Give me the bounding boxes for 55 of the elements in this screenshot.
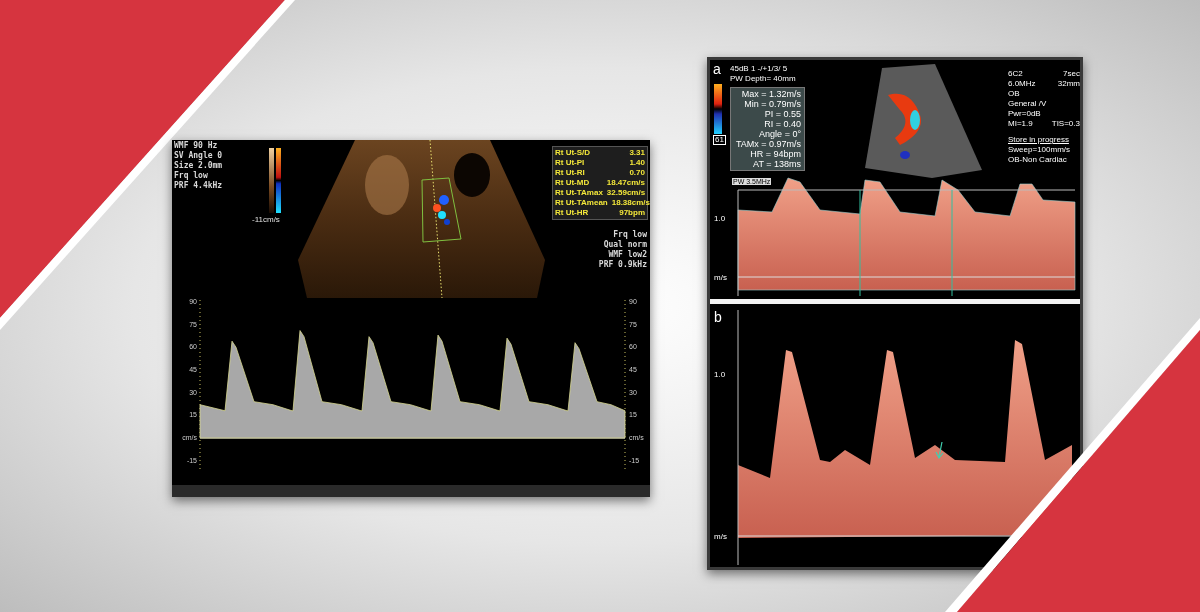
scan-setting-text: Frq low bbox=[174, 171, 209, 181]
measurement-value: 32.59cm/s bbox=[606, 188, 646, 198]
panel-letter: b bbox=[714, 310, 722, 324]
measurement-value: 97bpm bbox=[619, 208, 645, 218]
scale-label: -11cm/s bbox=[252, 216, 280, 224]
scan-setting-text: Size 2.0mm bbox=[174, 161, 223, 171]
scan-setting-text: 6.0MHz bbox=[1008, 79, 1036, 89]
measurement-text: PI = 0.55 bbox=[764, 109, 801, 119]
arrow-icon bbox=[935, 441, 944, 460]
axis-tick-label: 1.0 bbox=[714, 371, 726, 379]
scan-setting-text: Pwr=0dB bbox=[1008, 109, 1041, 119]
measurement-text: HR = 94bpm bbox=[750, 149, 801, 159]
measurement-text: Min = 0.79m/s bbox=[744, 99, 801, 109]
measurement-text: RI = 0.40 bbox=[764, 119, 801, 129]
measurement-value: 18.47cm/s bbox=[606, 178, 645, 188]
scale-label: 61 bbox=[713, 135, 726, 145]
scan-setting-text: WMF 90 Hz bbox=[174, 141, 219, 151]
scan-setting-text: OB-Non Cardiac bbox=[1008, 155, 1068, 165]
scan-setting-text: 32mm bbox=[1057, 79, 1080, 89]
measurement-value: 0.70 bbox=[629, 168, 645, 178]
measurement-label: Rt Ut-TAmax bbox=[555, 188, 603, 198]
doppler-setting-text: Frq low bbox=[613, 230, 647, 240]
measurement-label: Rt Ut-S/D bbox=[555, 148, 591, 158]
status-text: Store in progress bbox=[1008, 135, 1069, 145]
doppler-setting-text: Qual norm bbox=[603, 240, 647, 250]
measurement-label: Rt Ut-TAmean bbox=[555, 198, 608, 208]
measurement-label: Rt Ut-RI bbox=[555, 168, 585, 178]
scan-setting-text: Sweep=100mm/s bbox=[1008, 145, 1072, 155]
measurement-text: Max = 1.32m/s bbox=[741, 89, 801, 99]
grayscale-bar-icon bbox=[269, 148, 274, 213]
scan-setting-text: 7sec bbox=[1063, 69, 1080, 79]
measurement-value: 18.38cm/s bbox=[611, 198, 650, 208]
panel-letter: a bbox=[713, 62, 721, 76]
scan-setting-text: MI=1.9 bbox=[1008, 119, 1033, 129]
measurement-text: AT = 138ms bbox=[753, 159, 801, 169]
measurement-text: TAMx = 0.97m/s bbox=[735, 139, 801, 149]
axis-tick-label: 1.0 bbox=[714, 215, 726, 223]
scan-setting-text: 45dB 1 -/+1/3/ 5 bbox=[730, 64, 789, 74]
doppler-setting-text: WMF low2 bbox=[608, 250, 647, 260]
scan-setting-text: General /V bbox=[1008, 99, 1047, 109]
measurement-text: Angle = 0° bbox=[759, 129, 801, 139]
measurement-label: Rt Ut-MD bbox=[555, 178, 590, 188]
axis-tick-label: m/s bbox=[714, 274, 727, 282]
scan-setting-text: 6C2 bbox=[1008, 69, 1023, 79]
doppler-setting-text: PRF 0.9kHz bbox=[598, 260, 647, 270]
scan-setting-text: OB bbox=[1008, 89, 1020, 99]
scan-setting-text: PW Depth= 40mm bbox=[730, 74, 796, 84]
scan-setting-text: PRF 4.4kHz bbox=[174, 181, 223, 191]
measurement-label: Rt Ut-PI bbox=[555, 158, 585, 168]
scan-setting-text: SV Angle 0 bbox=[174, 151, 223, 160]
measurement-value: 1.40 bbox=[629, 158, 645, 168]
measurement-label: Rt Ut-HR bbox=[555, 208, 589, 218]
scan-setting-text: TIS=0.3 bbox=[1051, 119, 1080, 129]
measurement-value: 3.31 bbox=[629, 148, 645, 158]
axis-tick-label: m/s bbox=[714, 533, 727, 541]
